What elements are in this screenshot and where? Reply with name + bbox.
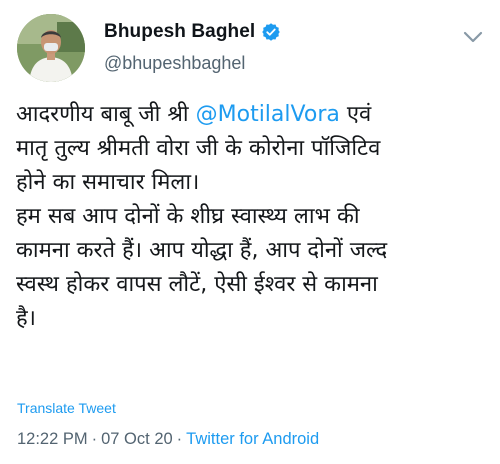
avatar[interactable]	[17, 14, 85, 82]
tweet-line-4: हम सब आप दोनों के शीघ्र स्वास्थ्य लाभ की	[16, 204, 360, 229]
author-handle[interactable]: @bhupeshbaghel	[104, 53, 245, 74]
tweet-date[interactable]: 07 Oct 20	[101, 430, 173, 449]
author-display-name[interactable]: Bhupesh Baghel	[104, 21, 255, 43]
author-name-row: Bhupesh Baghel	[104, 21, 281, 43]
tweet-line: आदरणीय बाबू जी श्री @MotilalVora एवं	[16, 98, 486, 132]
verified-badge-icon	[261, 22, 281, 42]
profile-photo	[17, 14, 85, 82]
tweet-meta: 12:22 PM · 07 Oct 20 · Twitter for Andro…	[17, 430, 319, 449]
tweet-source-link[interactable]: Twitter for Android	[186, 430, 319, 449]
chevron-down-icon[interactable]	[462, 29, 484, 45]
tweet-line-5: कामना करते हैं। आप योद्धा हैं, आप दोनों …	[16, 238, 388, 263]
tweet-time[interactable]: 12:22 PM	[17, 430, 88, 449]
tweet-card: Bhupesh Baghel @bhupeshbaghel आदरणीय बाब…	[0, 0, 500, 464]
tweet-line-3: होने का समाचार मिला।	[16, 170, 200, 195]
tweet-line-6: स्वस्थ होकर वापस लौटें, ऐसी ईश्वर से काम…	[16, 272, 378, 297]
tweet-line-1-prefix: आदरणीय बाबू जी श्री	[16, 102, 196, 127]
mention-link[interactable]: @MotilalVora	[196, 102, 340, 127]
tweet-text: आदरणीय बाबू जी श्री @MotilalVora एवं मात…	[16, 98, 486, 336]
tweet-line-1-suffix: एवं	[339, 102, 372, 127]
meta-separator: ·	[176, 430, 183, 448]
tweet-line-7: है।	[16, 306, 37, 331]
translate-tweet-link[interactable]: Translate Tweet	[17, 400, 116, 416]
meta-separator: ·	[91, 430, 98, 448]
tweet-line-2: मातृ तुल्य श्रीमती वोरा जी के कोरोना पॉज…	[16, 136, 381, 161]
